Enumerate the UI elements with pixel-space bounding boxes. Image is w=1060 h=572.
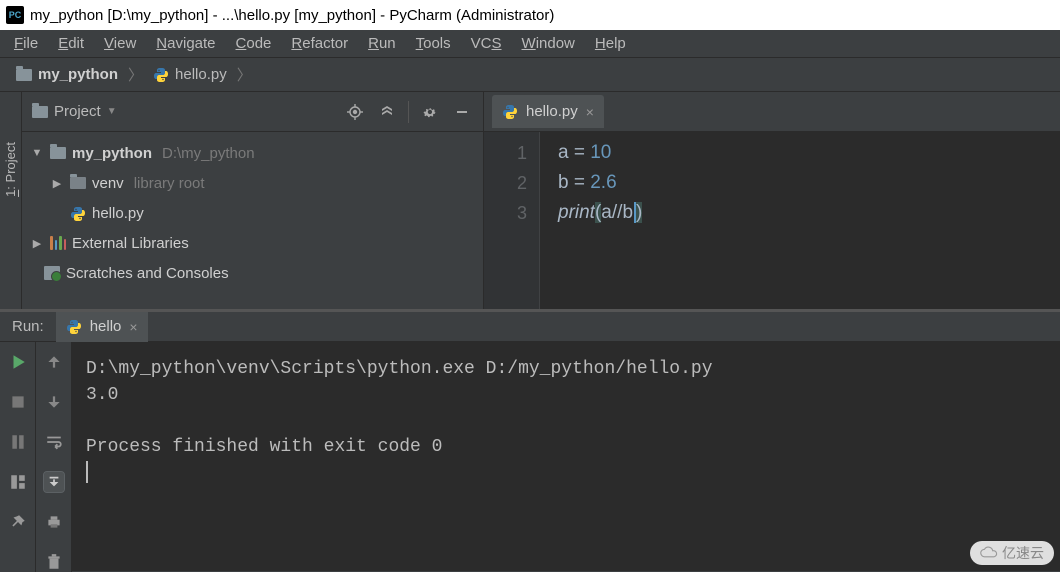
menu-help[interactable]: Help (585, 31, 636, 56)
tree-venv-label: venv (92, 175, 124, 192)
project-tree: ▼ my_python D:\my_python ▶ venv library … (22, 132, 483, 294)
breadcrumb-file[interactable]: hello.py (147, 66, 233, 83)
hide-icon[interactable] (451, 101, 473, 123)
watermark-text: 亿速云 (1002, 543, 1044, 563)
python-file-icon (70, 204, 86, 221)
run-label: Run: (0, 318, 56, 335)
menu-vcs[interactable]: VCS (461, 31, 512, 56)
close-icon[interactable]: × (129, 319, 137, 335)
project-header: Project ▼ (22, 92, 483, 132)
python-file-icon (66, 318, 82, 335)
breadcrumb-project[interactable]: my_python (10, 66, 124, 83)
sidebar-tab-project[interactable]: 1: Project (0, 92, 22, 309)
down-arrow-icon[interactable] (44, 392, 64, 412)
scroll-to-end-icon[interactable] (44, 472, 64, 492)
tree-external-libraries[interactable]: ▶ External Libraries (22, 228, 483, 258)
chevron-right-icon: 〉 (128, 64, 143, 85)
gear-icon[interactable] (419, 101, 441, 123)
up-arrow-icon[interactable] (44, 352, 64, 372)
tree-root[interactable]: ▼ my_python D:\my_python (22, 138, 483, 168)
python-file-icon (153, 66, 169, 83)
menu-run[interactable]: Run (358, 31, 406, 56)
tree-scratches-label: Scratches and Consoles (66, 265, 229, 282)
locate-icon[interactable] (344, 101, 366, 123)
pin-icon[interactable] (8, 512, 28, 532)
trash-icon[interactable] (44, 552, 64, 572)
tree-external-label: External Libraries (72, 235, 189, 252)
folder-icon (16, 69, 32, 81)
window-title: my_python [D:\my_python] - ...\hello.py … (30, 7, 554, 24)
main-area: 1: Project Project ▼ (0, 92, 1060, 309)
folder-special-icon (70, 177, 86, 189)
tree-scratches[interactable]: Scratches and Consoles (22, 258, 483, 288)
project-title-label: Project (54, 103, 101, 120)
soft-wrap-icon[interactable] (44, 432, 64, 452)
code-area[interactable]: a = 10b = 2.6print(a//b) (540, 132, 1060, 309)
folder-icon (50, 147, 66, 159)
stop-icon[interactable] (8, 392, 28, 412)
title-bar: PC my_python [D:\my_python] - ...\hello.… (0, 0, 1060, 30)
menu-edit[interactable]: Edit (48, 31, 94, 56)
app-icon: PC (6, 6, 24, 24)
run-tab[interactable]: hello × (56, 312, 148, 342)
run-tab-label: hello (90, 318, 122, 335)
menu-view[interactable]: View (94, 31, 146, 56)
project-panel: Project ▼ ▼ my_python D:\my_ (22, 92, 484, 309)
menu-file[interactable]: File (4, 31, 48, 56)
scratches-icon (44, 266, 60, 280)
menu-refactor[interactable]: Refactor (281, 31, 358, 56)
menu-tools[interactable]: Tools (406, 31, 461, 56)
editor-tab-hello[interactable]: hello.py × (492, 95, 604, 128)
editor-tab-label: hello.py (526, 103, 578, 120)
menu-code[interactable]: Code (226, 31, 282, 56)
project-header-title[interactable]: Project ▼ (32, 103, 117, 120)
chevron-right-icon: 〉 (237, 64, 252, 85)
tree-file-hello[interactable]: hello.py (22, 198, 483, 228)
tree-venv[interactable]: ▶ venv library root (22, 168, 483, 198)
pause-icon[interactable] (8, 432, 28, 452)
menu-window[interactable]: Window (512, 31, 585, 56)
editor-tabs: hello.py × (484, 92, 1060, 132)
tree-venv-note: library root (134, 175, 205, 192)
tree-file-label: hello.py (92, 205, 144, 222)
editor: hello.py × 123 a = 10b = 2.6print(a//b) (484, 92, 1060, 309)
run-body: D:\my_python\venv\Scripts\python.exe D:/… (0, 342, 1060, 572)
python-file-icon (502, 103, 518, 120)
print-icon[interactable] (44, 512, 64, 532)
sidebar-tab-label: 1: Project (3, 142, 18, 197)
run-icon[interactable] (8, 352, 28, 372)
chevron-down-icon: ▼ (107, 106, 117, 117)
expand-arrow-icon[interactable]: ▶ (30, 237, 44, 250)
run-toolbar (0, 342, 72, 572)
layout-icon[interactable] (8, 472, 28, 492)
breadcrumb: my_python 〉 hello.py 〉 (0, 58, 1060, 92)
run-header: Run: hello × (0, 312, 1060, 342)
breadcrumb-file-label: hello.py (175, 66, 227, 83)
tree-root-label: my_python (72, 145, 152, 162)
expand-arrow-icon[interactable]: ▼ (30, 147, 44, 159)
editor-gutter: 123 (484, 132, 540, 309)
console-output[interactable]: D:\my_python\venv\Scripts\python.exe D:/… (72, 342, 1060, 572)
breadcrumb-project-label: my_python (38, 66, 118, 83)
menu-navigate[interactable]: Navigate (146, 31, 225, 56)
watermark: 亿速云 (970, 541, 1054, 565)
run-panel: Run: hello × (0, 309, 1060, 571)
folder-icon (32, 106, 48, 118)
editor-body[interactable]: 123 a = 10b = 2.6print(a//b) (484, 132, 1060, 309)
libraries-icon (50, 236, 66, 250)
collapse-all-icon[interactable] (376, 101, 398, 123)
expand-arrow-icon[interactable]: ▶ (50, 177, 64, 190)
separator (408, 101, 409, 123)
menu-bar: FileEditViewNavigateCodeRefactorRunTools… (0, 30, 1060, 58)
close-icon[interactable]: × (586, 104, 594, 120)
tree-root-path: D:\my_python (162, 145, 255, 162)
